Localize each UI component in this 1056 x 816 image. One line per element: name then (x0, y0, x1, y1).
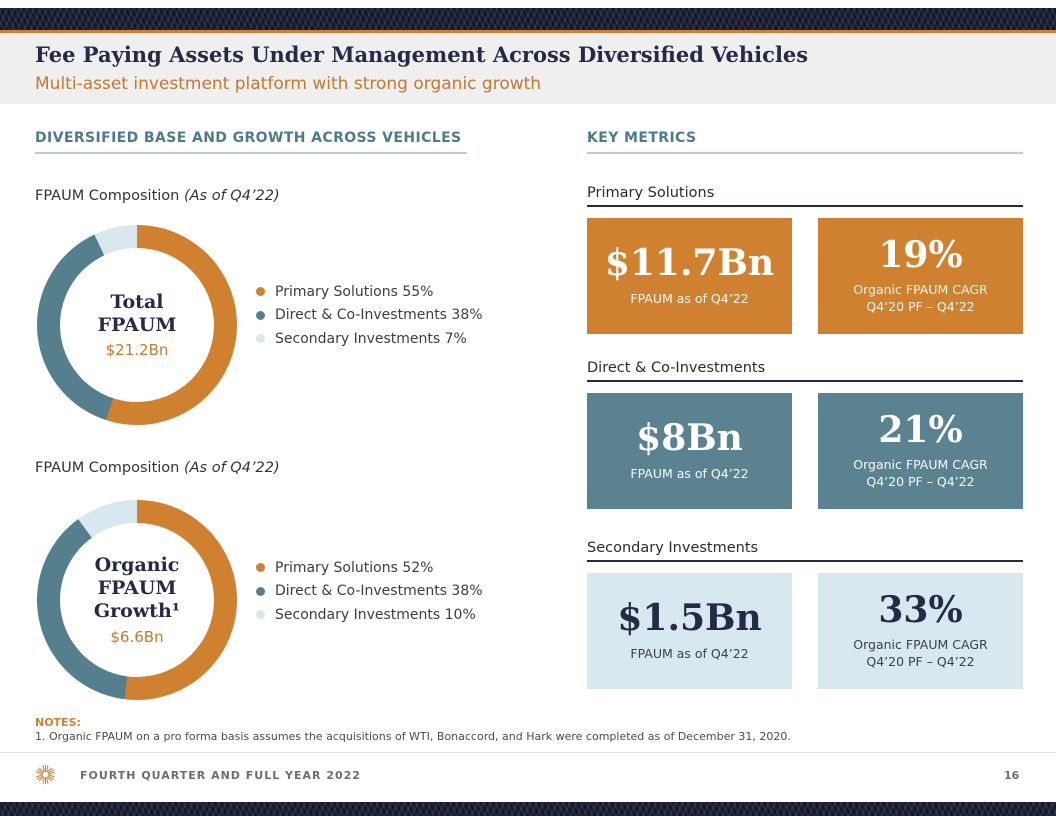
chart-2-label-date: (As of Q4’22) (184, 460, 280, 476)
page-number: 16 (1004, 769, 1019, 782)
notes-heading: NOTES: (35, 716, 81, 729)
metric-box-cagr: 21% Organic FPAUM CAGR Q4’20 PF – Q4’22 (818, 393, 1023, 509)
chart-1-label-text: FPAUM Composition (35, 188, 184, 204)
legend-label: Primary Solutions 55% (275, 284, 433, 300)
donut-2-center-line: Growth¹ (94, 600, 180, 623)
metric-box-fpaum: $1.5Bn FPAUM as of Q4’22 (587, 573, 792, 689)
note-item: 1. Organic FPAUM on a pro forma basis as… (35, 730, 1035, 743)
left-section-heading: DIVERSIFIED BASE AND GROWTH ACROSS VEHIC… (35, 130, 462, 146)
donut-2-center-value: $6.6Bn (110, 628, 163, 646)
legend-label: Direct & Co-Investments 38% (275, 307, 483, 323)
metric-caption-line: FPAUM as of Q4’22 (630, 466, 748, 483)
chart-1-label-date: (As of Q4’22) (184, 188, 280, 204)
legend-item: Secondary Investments 10% (256, 603, 483, 627)
chart-1-label: FPAUM Composition (As of Q4’22) (35, 188, 280, 204)
legend-item: Direct & Co-Investments 38% (256, 580, 483, 604)
legend-dot-secondary (256, 610, 265, 619)
metric-caption: FPAUM as of Q4’22 (630, 646, 748, 663)
donut-chart-total-fpaum: Total FPAUM $21.2Bn (37, 225, 237, 425)
legend-item: Primary Solutions 55% (256, 280, 483, 304)
metric-caption-line: Organic FPAUM CAGR (853, 637, 987, 654)
metric-caption-line: Q4’20 PF – Q4’22 (853, 654, 987, 671)
metric-value: $1.5Bn (617, 599, 761, 639)
donut-1-center-value: $21.2Bn (106, 341, 169, 359)
metric-box-cagr: 19% Organic FPAUM CAGR Q4’20 PF – Q4’22 (818, 218, 1023, 334)
metric-box-fpaum: $8Bn FPAUM as of Q4’22 (587, 393, 792, 509)
metric-group-underline (587, 380, 1023, 382)
legend-dot-secondary (256, 334, 265, 343)
metric-box-cagr: 33% Organic FPAUM CAGR Q4’20 PF – Q4’22 (818, 573, 1023, 689)
metric-caption: Organic FPAUM CAGR Q4’20 PF – Q4’22 (853, 637, 987, 671)
metric-caption: FPAUM as of Q4’22 (630, 291, 748, 308)
metric-value: $11.7Bn (605, 244, 774, 284)
slide-subtitle: Multi-asset investment platform with str… (35, 74, 541, 94)
right-section-heading: KEY METRICS (587, 130, 696, 146)
metric-group-direct-co-investments: Direct & Co-Investments $8Bn FPAUM as of… (587, 360, 1023, 510)
donut-2-center-line: FPAUM (98, 577, 177, 600)
slide-header: Fee Paying Assets Under Management Acros… (0, 33, 1056, 104)
metric-group-primary-solutions: Primary Solutions $11.7Bn FPAUM as of Q4… (587, 185, 1023, 335)
metric-group-underline (587, 205, 1023, 207)
metric-caption-line: FPAUM as of Q4’22 (630, 291, 748, 308)
chart-2-label: FPAUM Composition (As of Q4’22) (35, 460, 280, 476)
metric-caption-line: Q4’20 PF – Q4’22 (853, 299, 987, 316)
donut-1-center-line: FPAUM (98, 314, 177, 337)
legend-dot-direct (256, 311, 265, 320)
slide-title: Fee Paying Assets Under Management Acros… (35, 42, 808, 67)
metric-group-label: Direct & Co-Investments (587, 360, 1023, 376)
legend-item: Direct & Co-Investments 38% (256, 304, 483, 328)
legend-label: Secondary Investments 10% (275, 607, 476, 623)
legend-dot-primary (256, 563, 265, 572)
right-heading-underline (587, 152, 1023, 154)
metric-caption-line: Organic FPAUM CAGR (853, 282, 987, 299)
metric-caption-line: Q4’20 PF – Q4’22 (853, 474, 987, 491)
donut-chart-organic-fpaum-growth: Organic FPAUM Growth¹ $6.6Bn (37, 500, 237, 700)
metric-caption: Organic FPAUM CAGR Q4’20 PF – Q4’22 (853, 457, 987, 491)
slide: Fee Paying Assets Under Management Acros… (0, 0, 1056, 816)
metric-box-fpaum: $11.7Bn FPAUM as of Q4’22 (587, 218, 792, 334)
metric-caption-line: FPAUM as of Q4’22 (630, 646, 748, 663)
donut-2-center-label: Organic FPAUM Growth¹ $6.6Bn (37, 500, 237, 700)
legend-item: Secondary Investments 7% (256, 327, 483, 351)
metric-value: 19% (878, 236, 962, 276)
left-heading-underline (35, 152, 467, 154)
bottom-decorative-bar (0, 802, 1056, 816)
legend-chart-2: Primary Solutions 52% Direct & Co-Invest… (256, 556, 483, 627)
legend-chart-1: Primary Solutions 55% Direct & Co-Invest… (256, 280, 483, 351)
legend-label: Direct & Co-Investments 38% (275, 583, 483, 599)
donut-1-center-line: Total (111, 291, 164, 314)
footer-label: FOURTH QUARTER AND FULL YEAR 2022 (80, 769, 361, 782)
company-logo-icon (33, 762, 58, 787)
metric-caption-line: Organic FPAUM CAGR (853, 457, 987, 474)
donut-2-center-line: Organic (95, 554, 180, 577)
metric-group-label: Primary Solutions (587, 185, 1023, 201)
metric-group-underline (587, 560, 1023, 562)
metric-group-label: Secondary Investments (587, 540, 1023, 556)
legend-item: Primary Solutions 52% (256, 556, 483, 580)
metric-caption: FPAUM as of Q4’22 (630, 466, 748, 483)
metric-caption: Organic FPAUM CAGR Q4’20 PF – Q4’22 (853, 282, 987, 316)
top-decorative-bar (0, 8, 1056, 33)
donut-1-center-label: Total FPAUM $21.2Bn (37, 225, 237, 425)
metric-value: 33% (878, 591, 962, 631)
metric-value: $8Bn (636, 419, 743, 459)
metric-value: 21% (878, 411, 962, 451)
footer-divider (0, 752, 1056, 753)
legend-dot-primary (256, 287, 265, 296)
legend-label: Secondary Investments 7% (275, 331, 467, 347)
legend-label: Primary Solutions 52% (275, 560, 433, 576)
metric-group-secondary-investments: Secondary Investments $1.5Bn FPAUM as of… (587, 540, 1023, 690)
chart-2-label-text: FPAUM Composition (35, 460, 184, 476)
legend-dot-direct (256, 587, 265, 596)
